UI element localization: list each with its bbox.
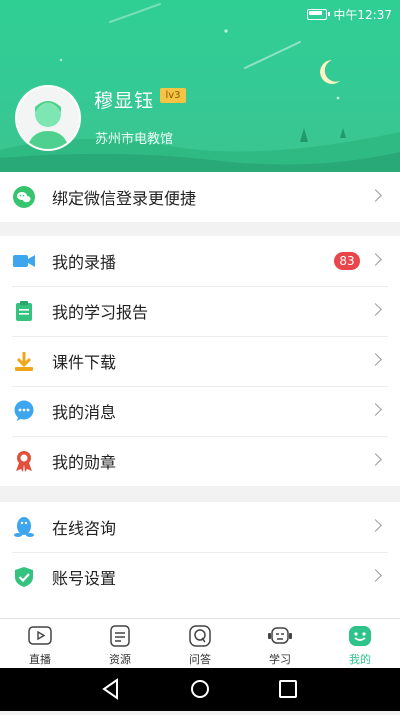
- wechat-bind-row[interactable]: 绑定微信登录更便捷: [0, 172, 400, 222]
- smiley-icon: [349, 626, 371, 646]
- chevron-right-icon: [369, 403, 382, 416]
- chevron-right-icon: [369, 253, 382, 266]
- menu-item-recordings[interactable]: 我的录播 83: [0, 236, 400, 286]
- status-time: 中午12:37: [333, 7, 392, 22]
- chevron-right-icon: [369, 569, 382, 582]
- menu-item-study-report[interactable]: 我的学习报告: [0, 286, 400, 336]
- chevron-right-icon: [369, 519, 382, 532]
- tab-study[interactable]: 学习: [240, 619, 320, 669]
- shield-check-icon: [12, 565, 36, 589]
- profile-header: 中午12:37 穆显钰 lv3 苏州市电教馆: [0, 0, 400, 172]
- tab-label: 学习: [269, 653, 291, 666]
- video-camera-icon: [12, 249, 36, 273]
- tab-resources[interactable]: 资源: [80, 619, 160, 669]
- level-badge: lv3: [160, 88, 186, 103]
- status-bar: 中午12:37: [307, 5, 392, 23]
- clipboard-icon: [12, 299, 36, 323]
- menu-item-messages[interactable]: 我的消息: [0, 386, 400, 436]
- chat-bubble-icon: [12, 399, 36, 423]
- tab-label: 直播: [29, 653, 51, 666]
- menu-item-label: 我的学习报告: [52, 303, 149, 322]
- tab-mine[interactable]: 我的: [320, 619, 400, 669]
- chevron-right-icon: [369, 189, 382, 202]
- robot-face-icon: [268, 627, 292, 644]
- chevron-right-icon: [369, 353, 382, 366]
- chevron-right-icon: [369, 453, 382, 466]
- medal-icon: [12, 449, 36, 473]
- penguin-icon: [12, 515, 36, 539]
- chevron-right-icon: [369, 303, 382, 316]
- menu-item-label: 我的录播: [52, 253, 117, 272]
- battery-icon: [307, 8, 331, 20]
- user-name: 穆显钰: [94, 90, 155, 112]
- tab-label: 资源: [109, 653, 131, 666]
- menu-item-account-settings[interactable]: 账号设置: [0, 552, 400, 602]
- document-icon: [110, 625, 130, 647]
- menu-item-label: 在线咨询: [52, 519, 117, 538]
- more-menu: 在线咨询 账号设置: [0, 502, 400, 618]
- tab-live[interactable]: 直播: [0, 619, 80, 669]
- menu-item-downloads[interactable]: 课件下载: [0, 336, 400, 386]
- live-play-icon: [28, 626, 52, 645]
- main-menu: 我的录播 83 我的学习报告 课件下载 我的消息 我的勋章: [0, 236, 400, 486]
- menu-item-label: 我的消息: [52, 403, 117, 422]
- moon-icon: [320, 60, 340, 84]
- question-icon: [189, 625, 211, 647]
- count-badge: 83: [334, 252, 360, 270]
- wechat-bind-label: 绑定微信登录更便捷: [52, 189, 197, 208]
- recents-icon: [279, 680, 297, 698]
- back-icon: [102, 678, 118, 700]
- menu-item-label: 我的勋章: [52, 453, 117, 472]
- system-nav-icons: [102, 678, 297, 700]
- tab-qa[interactable]: 问答: [160, 619, 240, 669]
- avatar[interactable]: [15, 85, 81, 151]
- tab-label: 我的: [349, 653, 371, 666]
- home-icon: [191, 680, 209, 698]
- menu-item-label: 账号设置: [52, 569, 117, 588]
- organization-label: 苏州市电教馆: [95, 132, 174, 147]
- system-nav-bar: [0, 668, 400, 711]
- menu-item-medals[interactable]: 我的勋章: [0, 436, 400, 486]
- wechat-icon: [12, 185, 36, 209]
- menu-item-label: 课件下载: [52, 353, 117, 372]
- bottom-tab-bar: 直播 资源 问答 学习 我的: [0, 618, 400, 669]
- tab-label: 问答: [189, 653, 211, 666]
- download-icon: [12, 349, 36, 373]
- menu-item-online-consult[interactable]: 在线咨询: [0, 502, 400, 552]
- wechat-section: 绑定微信登录更便捷: [0, 172, 400, 222]
- user-avatar-icon: [27, 101, 69, 149]
